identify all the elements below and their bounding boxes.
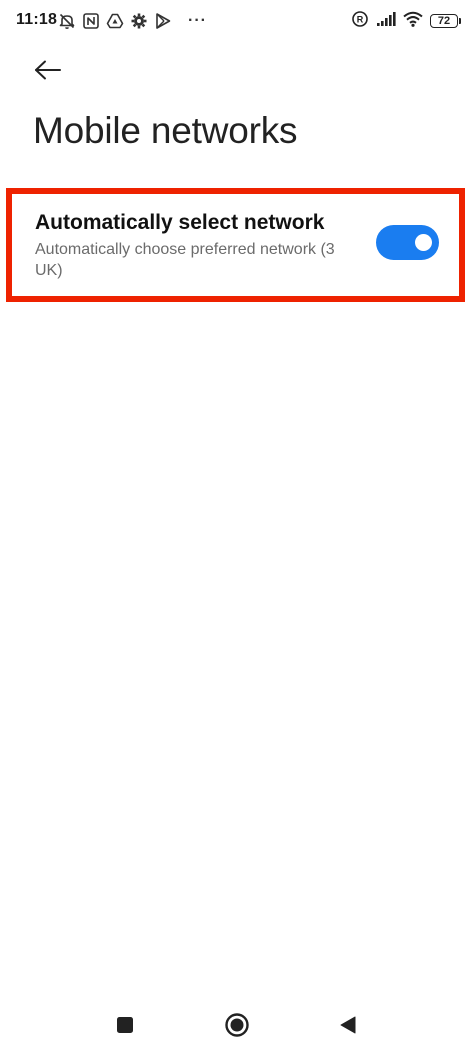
wifi-icon — [403, 11, 423, 32]
auto-select-network-toggle[interactable] — [376, 225, 439, 260]
status-notification-icons: ··· — [58, 11, 207, 31]
recents-button[interactable] — [108, 1008, 142, 1042]
auto-select-network-row[interactable]: Automatically select network Automatical… — [12, 194, 459, 296]
settings-gear-icon — [130, 12, 148, 30]
nfc-icon — [82, 12, 100, 30]
svg-text:R: R — [357, 14, 364, 24]
system-navigation-bar — [0, 1000, 474, 1053]
battery-icon: 72 — [430, 14, 461, 28]
arrow-left-icon — [35, 60, 61, 80]
auto-select-network-subtitle: Automatically choose preferred network (… — [35, 241, 335, 279]
muted-alarm-icon — [58, 12, 76, 30]
back-button[interactable] — [28, 50, 68, 90]
status-system-icons: R 72 — [351, 10, 461, 33]
status-bar: 11:18 ··· R 72 — [0, 0, 474, 44]
status-time: 11:18 — [16, 11, 58, 28]
play-store-icon — [154, 12, 172, 30]
registered-icon: R — [351, 10, 369, 33]
recents-square-icon — [117, 1017, 133, 1033]
signal-icon — [376, 11, 396, 32]
home-button[interactable] — [220, 1008, 254, 1042]
more-notifications-indicator: ··· — [188, 12, 207, 29]
drive-icon — [106, 12, 124, 30]
mobile-networks-screen: 11:18 ··· R 72 Mobile networks Automatic… — [0, 0, 474, 1053]
page-title: Mobile networks — [33, 110, 298, 151]
back-triangle-icon — [340, 1016, 356, 1034]
nav-back-button[interactable] — [331, 1008, 365, 1042]
home-circle-icon — [225, 1013, 249, 1037]
toggle-knob — [415, 234, 432, 251]
auto-select-network-title: Automatically select network — [35, 211, 325, 234]
